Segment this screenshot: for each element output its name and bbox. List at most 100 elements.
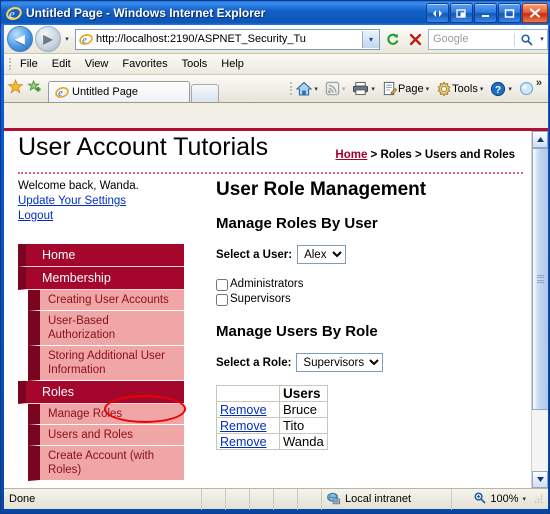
svg-text:e: e <box>9 6 15 21</box>
address-dropdown-icon[interactable]: ▾ <box>362 30 379 48</box>
tools-menu-button[interactable]: Tools ▾ <box>434 80 488 97</box>
search-provider-dropdown[interactable]: ▾ <box>537 35 547 43</box>
remove-link-bruce[interactable]: Remove <box>220 403 267 417</box>
sidebar-item-create-account-with-roles[interactable]: Create Account (with Roles) <box>28 446 184 481</box>
scroll-down-button[interactable] <box>532 471 548 488</box>
menu-item-edit[interactable]: Edit <box>45 57 78 71</box>
help-caret-icon[interactable]: ▾ <box>508 85 512 93</box>
status-text: Done <box>4 488 202 510</box>
resize-grip-icon[interactable] <box>533 494 543 504</box>
sidebar-item-users-and-roles[interactable]: Users and Roles <box>28 425 184 446</box>
browser-tab[interactable]: e Untitled Page <box>48 81 190 102</box>
sidebar-item-roles[interactable]: Roles <box>18 381 184 404</box>
menu-item-file[interactable]: File <box>13 57 45 71</box>
home-caret-icon[interactable]: ▾ <box>314 85 318 93</box>
command-overflow-icon[interactable]: » <box>536 77 544 89</box>
feeds-caret-icon[interactable]: ▾ <box>342 85 346 93</box>
page-caret-icon[interactable]: ▾ <box>426 85 430 93</box>
restore-window-button[interactable] <box>450 3 473 23</box>
command-bar-icons: ▾ ▾ ▾ Page ▾ Tools ▾ ? ▾ » <box>288 75 548 102</box>
scroll-up-button[interactable] <box>532 131 548 148</box>
scrollbar-grip-icon <box>537 275 544 283</box>
checkbox-administrators[interactable] <box>216 278 228 291</box>
sidebar-item-membership[interactable]: Membership <box>18 267 184 290</box>
role-select-row: Select a Role: Supervisors <box>216 353 523 372</box>
page-menu-button[interactable]: Page ▾ <box>380 81 434 96</box>
address-bar-url[interactable]: http://localhost:2190/ASPNET_Security_Tu <box>96 33 362 45</box>
page-viewport: User Account Tutorials Home > Roles > Us… <box>4 131 531 488</box>
maximize-button[interactable] <box>498 3 521 23</box>
breadcrumb: Home > Roles > Users and Roles <box>335 149 515 161</box>
back-button[interactable]: ◀ <box>7 26 33 52</box>
user-select-row: Select a User: Alex <box>216 245 523 264</box>
menu-item-tools[interactable]: Tools <box>175 57 215 71</box>
page-header: User Account Tutorials Home > Roles > Us… <box>4 131 531 174</box>
security-zone[interactable]: Local intranet <box>322 488 452 510</box>
role-select[interactable]: Supervisors <box>296 353 384 372</box>
page-scrollbar[interactable] <box>531 131 548 488</box>
print-button[interactable]: ▾ <box>350 81 380 96</box>
table-cell-user: Tito <box>279 417 328 434</box>
forward-button[interactable]: ▶ <box>35 26 61 52</box>
window-buttons <box>426 3 548 23</box>
sidebar-item-creating-user-accounts[interactable]: Creating User Accounts <box>28 290 184 311</box>
section-heading-manage-roles-by-user: Manage Roles By User <box>216 215 378 232</box>
remove-link-tito[interactable]: Remove <box>220 419 267 433</box>
sidebar-item-home[interactable]: Home <box>18 244 184 267</box>
role-checkbox-administrators[interactable]: Administrators <box>216 277 523 292</box>
checkbox-supervisors[interactable] <box>216 293 228 306</box>
scrollbar-track[interactable] <box>532 148 548 471</box>
restore-group-button[interactable] <box>426 3 449 23</box>
zoom-control[interactable]: 100% ▾ <box>452 489 548 510</box>
favorites-center-icon[interactable] <box>7 78 24 99</box>
new-tab-button[interactable] <box>191 84 219 102</box>
search-box[interactable]: Google ▾ <box>428 28 548 50</box>
menu-item-favorites[interactable]: Favorites <box>115 57 174 71</box>
browser-window: e Untitled Page - Windows Internet Explo… <box>0 0 550 514</box>
page-menu-label[interactable]: Page <box>398 83 424 95</box>
security-zone-label: Local intranet <box>345 493 412 505</box>
breadcrumb-home-link[interactable]: Home <box>335 149 367 161</box>
role-select-label: Select a Role: <box>216 356 292 369</box>
update-settings-link[interactable]: Update Your Settings <box>18 194 198 209</box>
discussions-button[interactable] <box>517 81 536 96</box>
address-bar[interactable]: e http://localhost:2190/ASPNET_Security_… <box>75 28 380 50</box>
menu-item-help[interactable]: Help <box>214 57 251 71</box>
intranet-zone-icon <box>327 492 341 506</box>
tools-caret-icon[interactable]: ▾ <box>480 85 484 93</box>
role-checkbox-supervisors[interactable]: Supervisors <box>216 292 523 307</box>
add-to-favorites-icon[interactable] <box>27 79 42 99</box>
zoom-dropdown-icon[interactable]: ▾ <box>522 495 526 503</box>
help-button[interactable]: ? ▾ <box>488 81 517 97</box>
sidebar-nav: Home Membership Creating User Accounts U… <box>18 244 184 481</box>
site-title: User Account Tutorials <box>18 133 269 161</box>
checkbox-administrators-label: Administrators <box>230 278 304 290</box>
scrollbar-thumb[interactable] <box>532 148 548 410</box>
zoom-level: 100% <box>490 493 519 505</box>
sidebar-item-storing-additional-user-information[interactable]: Storing Additional User Information <box>28 346 184 381</box>
sidebar-item-user-based-authorization[interactable]: User-Based Authorization <box>28 311 184 346</box>
recent-pages-dropdown[interactable]: ▾ <box>61 27 73 51</box>
sidebar-item-manage-roles[interactable]: Manage Roles <box>28 404 184 425</box>
home-button[interactable]: ▾ <box>294 81 323 97</box>
logout-link[interactable]: Logout <box>18 209 198 224</box>
search-icon[interactable] <box>514 32 537 46</box>
svg-text:e: e <box>58 88 63 99</box>
tools-menu-label[interactable]: Tools <box>452 83 478 95</box>
breadcrumb-rest: > Roles > Users and Roles <box>367 149 515 161</box>
menu-item-view[interactable]: View <box>78 57 116 71</box>
stop-button[interactable] <box>405 29 425 49</box>
table-row: Remove Wanda <box>216 433 328 450</box>
table-row: Remove Tito <box>216 417 328 434</box>
close-button[interactable] <box>522 3 548 23</box>
minimize-button[interactable] <box>474 3 497 23</box>
remove-link-wanda[interactable]: Remove <box>220 435 267 449</box>
feeds-button[interactable]: ▾ <box>323 81 351 96</box>
print-caret-icon[interactable]: ▾ <box>371 85 375 93</box>
user-select[interactable]: Alex <box>297 245 347 264</box>
zoom-icon[interactable] <box>473 491 486 507</box>
refresh-button[interactable] <box>383 29 403 49</box>
tab-favicon-icon: e <box>55 85 69 99</box>
search-input[interactable]: Google <box>429 33 514 45</box>
welcome-greeting: Welcome back, Wanda. <box>18 180 139 192</box>
